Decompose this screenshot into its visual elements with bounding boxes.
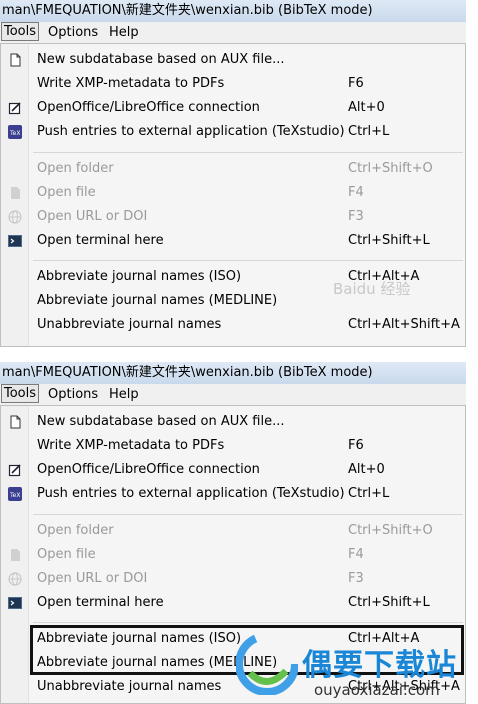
menu-item-write-xmp[interactable]: Write XMP-metadata to PDFs F6: [1, 434, 465, 458]
site-watermark-title: 偶要下载站: [302, 648, 457, 683]
svg-text:TeX: TeX: [9, 492, 20, 499]
menu-item-shortcut: Ctrl+Shift+O: [348, 161, 433, 176]
menu-item-shortcut: Ctrl+Alt+Shift+A: [348, 317, 460, 332]
menu-item-label: Open terminal here: [37, 233, 164, 248]
menu-item-shortcut: Ctrl+Shift+L: [348, 233, 430, 248]
menu-item-unabbrev[interactable]: Unabbreviate journal names Ctrl+Alt+Shif…: [1, 313, 465, 337]
menu-item-shortcut: F4: [348, 547, 364, 562]
menu-item-open-file: Open file F4: [1, 543, 465, 567]
menu-item-new-subdatabase[interactable]: New subdatabase based on AUX file...: [1, 48, 465, 72]
tools-dropdown-menu: New subdatabase based on AUX file... Wri…: [0, 43, 466, 347]
file-icon: [11, 549, 20, 561]
openoffice-icon: [8, 102, 21, 115]
menu-item-shortcut: Alt+0: [348, 100, 385, 115]
menu-item-label: Unabbreviate journal names: [37, 679, 222, 694]
panel-gap: [0, 347, 478, 362]
file-icon: [11, 187, 20, 199]
menu-item-openoffice[interactable]: OpenOffice/LibreOffice connection Alt+0: [1, 458, 465, 482]
menu-item-label: Unabbreviate journal names: [37, 317, 222, 332]
document-icon: [10, 53, 21, 67]
menu-item-open-folder: Open folder Ctrl+Shift+O: [1, 519, 465, 543]
menu-help[interactable]: Help: [107, 22, 141, 41]
menu-item-label: OpenOffice/LibreOffice connection: [37, 462, 260, 477]
menu-item-label: OpenOffice/LibreOffice connection: [37, 100, 260, 115]
menu-item-label: Open terminal here: [37, 595, 164, 610]
menu-tools[interactable]: Tools: [1, 22, 40, 41]
screenshot-top: man\FMEQUATION\新建文件夹\wenxian.bib (BibTeX…: [0, 0, 466, 347]
menu-help[interactable]: Help: [107, 384, 141, 403]
menu-item-shortcut: F4: [348, 185, 364, 200]
window-title-bar: man\FMEQUATION\新建文件夹\wenxian.bib (BibTeX…: [0, 0, 466, 22]
texstudio-icon: TeX: [8, 125, 22, 139]
menu-item-shortcut: F3: [348, 209, 364, 224]
globe-icon: [8, 572, 22, 586]
menu-options[interactable]: Options: [46, 22, 100, 41]
menu-item-shortcut: Ctrl+Shift+O: [348, 523, 433, 538]
window-title: man\FMEQUATION\新建文件夹\wenxian.bib (BibTeX…: [2, 365, 373, 380]
menu-item-label: Open URL or DOI: [37, 571, 148, 586]
svg-text:TeX: TeX: [9, 130, 20, 137]
globe-icon: [8, 210, 22, 224]
menu-item-label: Write XMP-metadata to PDFs: [37, 76, 225, 91]
menu-item-label: New subdatabase based on AUX file...: [37, 414, 285, 429]
baidu-watermark: Baidu 经验: [333, 280, 411, 298]
openoffice-icon: [8, 464, 21, 477]
menu-item-push-entries[interactable]: TeX Push entries to external application…: [1, 482, 465, 506]
menu-item-new-subdatabase[interactable]: New subdatabase based on AUX file...: [1, 410, 465, 434]
menu-item-label: Push entries to external application (Te…: [37, 486, 345, 501]
menu-item-open-url: Open URL or DOI F3: [1, 567, 465, 591]
menu-bar: Tools Options Help: [0, 22, 466, 43]
menu-item-label: New subdatabase based on AUX file...: [37, 52, 285, 67]
menu-item-label: Open folder: [37, 161, 114, 176]
menu-item-open-folder: Open folder Ctrl+Shift+O: [1, 157, 465, 181]
menu-item-shortcut: Ctrl+L: [348, 124, 390, 139]
menu-item-shortcut: Ctrl+L: [348, 486, 390, 501]
menu-item-label: Write XMP-metadata to PDFs: [37, 438, 225, 453]
terminal-icon: [8, 597, 22, 609]
menu-item-shortcut: F6: [348, 438, 364, 453]
menu-options[interactable]: Options: [46, 384, 100, 403]
menu-item-label: Open URL or DOI: [37, 209, 148, 224]
window-title: man\FMEQUATION\新建文件夹\wenxian.bib (BibTeX…: [2, 3, 373, 18]
menu-item-open-terminal[interactable]: Open terminal here Ctrl+Shift+L: [1, 591, 465, 615]
menu-item-openoffice[interactable]: OpenOffice/LibreOffice connection Alt+0: [1, 96, 465, 120]
menu-item-open-terminal[interactable]: Open terminal here Ctrl+Shift+L: [1, 229, 465, 253]
menu-item-shortcut: Alt+0: [348, 462, 385, 477]
menu-item-label: Push entries to external application (Te…: [37, 124, 345, 139]
menu-item-open-url: Open URL or DOI F3: [1, 205, 465, 229]
menu-tools[interactable]: Tools: [1, 384, 40, 403]
menu-item-label: Open file: [37, 547, 96, 562]
menu-bar: Tools Options Help: [0, 384, 466, 405]
site-watermark-url: ouyaoxiazai.com: [314, 681, 440, 699]
menu-item-shortcut: F3: [348, 571, 364, 586]
terminal-icon: [8, 235, 22, 247]
menu-item-write-xmp[interactable]: Write XMP-metadata to PDFs F6: [1, 72, 465, 96]
menu-item-label: Open folder: [37, 523, 114, 538]
menu-item-shortcut: F6: [348, 76, 364, 91]
document-icon: [10, 415, 21, 429]
menu-separator: [33, 260, 463, 261]
window-title-bar: man\FMEQUATION\新建文件夹\wenxian.bib (BibTeX…: [0, 362, 466, 384]
menu-item-push-entries[interactable]: TeX Push entries to external application…: [1, 120, 465, 144]
site-logo-icon: [236, 633, 298, 695]
texstudio-icon: TeX: [8, 487, 22, 501]
menu-item-label: Abbreviate journal names (ISO): [37, 269, 242, 284]
menu-item-label: Open file: [37, 185, 96, 200]
menu-separator: [33, 622, 463, 623]
menu-item-label: Abbreviate journal names (MEDLINE): [37, 293, 278, 308]
menu-item-shortcut: Ctrl+Shift+L: [348, 595, 430, 610]
menu-item-open-file: Open file F4: [1, 181, 465, 205]
menu-separator: [33, 514, 463, 515]
menu-separator: [33, 152, 463, 153]
